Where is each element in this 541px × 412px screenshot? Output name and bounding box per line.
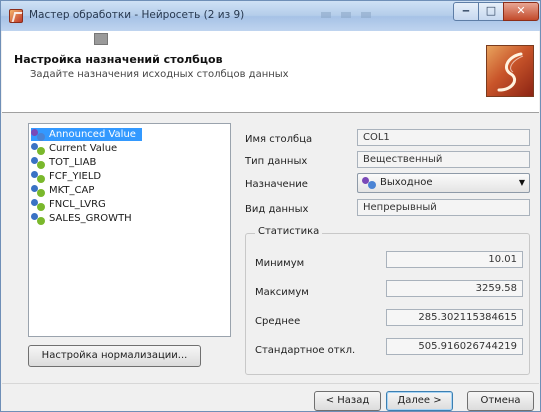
list-item[interactable]: FNCL_LVRG <box>31 198 112 211</box>
title-bar[interactable]: Мастер обработки - Нейросеть (2 из 9) ‒ … <box>1 1 540 31</box>
data-type-label: Тип данных <box>245 156 308 167</box>
columns-listbox[interactable]: Announced Value Current Value TOT_LIAB F… <box>28 123 231 337</box>
minimize-icon: ‒ <box>462 4 470 17</box>
stat-value-min: 10.01 <box>386 251 523 268</box>
stat-label-mean: Среднее <box>255 316 301 327</box>
stat-label-max: Максимум <box>255 287 309 298</box>
data-kind-field: Непрерывный <box>357 199 530 216</box>
output-field-icon <box>362 177 378 189</box>
list-item[interactable]: Announced Value <box>31 128 142 141</box>
field-icon <box>31 184 47 197</box>
title-bar-ghost-glyph <box>341 12 351 18</box>
close-button[interactable]: ✕ <box>503 2 539 21</box>
field-icon <box>31 170 47 183</box>
stat-label-stddev: Стандартное откл. <box>255 345 356 356</box>
field-icon <box>31 128 47 141</box>
list-item[interactable]: TOT_LIAB <box>31 156 102 169</box>
title-bar-ghost-glyph <box>361 12 371 18</box>
list-item-label: Current Value <box>49 143 118 154</box>
minimize-button[interactable]: ‒ <box>453 2 479 21</box>
stat-value-mean: 285.302115384615 <box>386 309 523 326</box>
statistics-legend: Статистика <box>255 226 323 237</box>
list-item[interactable]: MKT_CAP <box>31 184 100 197</box>
step-title: Настройка назначений столбцов <box>14 53 223 66</box>
chevron-down-icon: ▼ <box>518 178 525 187</box>
field-icon <box>31 212 47 225</box>
data-type-field: Вещественный <box>357 151 530 168</box>
list-item-label: FNCL_LVRG <box>49 199 106 210</box>
footer-divider <box>2 383 539 384</box>
field-icon <box>31 156 47 169</box>
column-name-field: COL1 <box>357 129 530 146</box>
list-item-label: FCF_YIELD <box>49 171 102 182</box>
toolbar-ghost-icon <box>94 33 108 45</box>
back-button[interactable]: < Назад <box>314 391 381 411</box>
list-item[interactable]: Current Value <box>31 142 123 155</box>
app-icon <box>9 9 23 23</box>
list-item-label: TOT_LIAB <box>49 157 97 168</box>
list-item[interactable]: FCF_YIELD <box>31 170 107 183</box>
cancel-button[interactable]: Отмена <box>467 391 534 411</box>
assignment-label: Назначение <box>245 179 308 190</box>
list-item-label: Announced Value <box>49 129 136 140</box>
close-icon: ✕ <box>516 4 526 17</box>
assignment-value: Выходное <box>380 177 433 188</box>
maximize-icon: □ <box>485 4 497 17</box>
field-icon <box>31 198 47 211</box>
wizard-window: Мастер обработки - Нейросеть (2 из 9) ‒ … <box>0 0 541 412</box>
list-item[interactable]: SALES_GROWTH <box>31 212 138 225</box>
list-item-label: SALES_GROWTH <box>49 213 132 224</box>
wizard-logo-icon <box>486 45 534 97</box>
list-item-label: MKT_CAP <box>49 185 95 196</box>
stat-value-stddev: 505.916026744219 <box>386 338 523 355</box>
field-icon <box>31 142 47 155</box>
stat-value-max: 3259.58 <box>386 280 523 297</box>
column-name-label: Имя столбца <box>245 134 313 145</box>
stat-label-min: Минимум <box>255 258 305 269</box>
window-title: Мастер обработки - Нейросеть (2 из 9) <box>29 9 245 21</box>
wizard-header: Настройка назначений столбцов Задайте на… <box>2 31 539 113</box>
normalization-settings-button[interactable]: Настройка нормализации... <box>28 345 201 367</box>
step-subtitle: Задайте назначения исходных столбцов дан… <box>30 69 289 80</box>
title-bar-ghost-glyph <box>321 12 331 18</box>
data-kind-label: Вид данных <box>245 204 309 215</box>
next-button[interactable]: Далее > <box>386 391 453 411</box>
maximize-button[interactable]: □ <box>478 2 504 21</box>
assignment-dropdown[interactable]: Выходное ▼ <box>357 173 530 193</box>
